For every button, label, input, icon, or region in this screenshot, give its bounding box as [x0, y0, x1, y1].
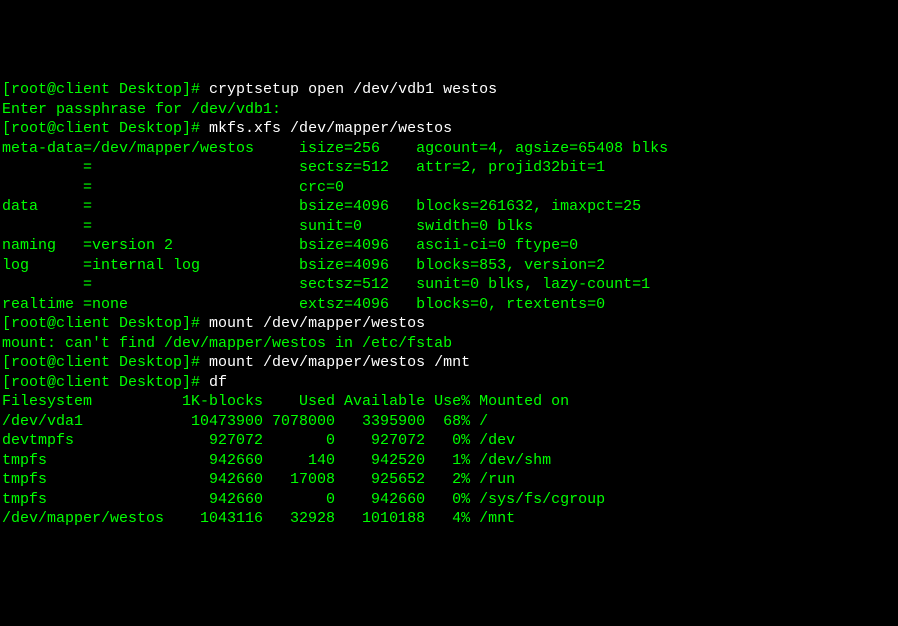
shell-prompt: [root@client Desktop]#: [2, 374, 209, 391]
terminal-line: [root@client Desktop]# cryptsetup open /…: [2, 80, 896, 100]
terminal-line: [root@client Desktop]# mount /dev/mapper…: [2, 353, 896, 373]
terminal-line: mount: can't find /dev/mapper/westos in …: [2, 334, 896, 354]
terminal-line: data = bsize=4096 blocks=261632, imaxpct…: [2, 197, 896, 217]
terminal-line: = sectsz=512 sunit=0 blks, lazy-count=1: [2, 275, 896, 295]
shell-command: cryptsetup open /dev/vdb1 westos: [209, 81, 497, 98]
terminal-line: = crc=0: [2, 178, 896, 198]
shell-command: df: [209, 374, 227, 391]
terminal-line: tmpfs 942660 0 942660 0% /sys/fs/cgroup: [2, 490, 896, 510]
terminal-line: meta-data=/dev/mapper/westos isize=256 a…: [2, 139, 896, 159]
terminal-line: Filesystem 1K-blocks Used Available Use%…: [2, 392, 896, 412]
terminal-line: log =internal log bsize=4096 blocks=853,…: [2, 256, 896, 276]
terminal-line: [root@client Desktop]# df: [2, 373, 896, 393]
terminal-line: realtime =none extsz=4096 blocks=0, rtex…: [2, 295, 896, 315]
terminal-line: Enter passphrase for /dev/vdb1:: [2, 100, 896, 120]
terminal-line: [root@client Desktop]# mkfs.xfs /dev/map…: [2, 119, 896, 139]
terminal-line: devtmpfs 927072 0 927072 0% /dev: [2, 431, 896, 451]
shell-prompt: [root@client Desktop]#: [2, 354, 209, 371]
terminal-line: [root@client Desktop]# mount /dev/mapper…: [2, 314, 896, 334]
terminal-line: tmpfs 942660 140 942520 1% /dev/shm: [2, 451, 896, 471]
terminal-line: /dev/mapper/westos 1043116 32928 1010188…: [2, 509, 896, 529]
terminal-line: = sunit=0 swidth=0 blks: [2, 217, 896, 237]
shell-prompt: [root@client Desktop]#: [2, 81, 209, 98]
shell-command: mount /dev/mapper/westos: [209, 315, 425, 332]
shell-command: mkfs.xfs /dev/mapper/westos: [209, 120, 452, 137]
shell-prompt: [root@client Desktop]#: [2, 315, 209, 332]
terminal-line: tmpfs 942660 17008 925652 2% /run: [2, 470, 896, 490]
shell-command: mount /dev/mapper/westos /mnt: [209, 354, 470, 371]
terminal-line: = sectsz=512 attr=2, projid32bit=1: [2, 158, 896, 178]
terminal-line: /dev/vda1 10473900 7078000 3395900 68% /: [2, 412, 896, 432]
terminal-output: [root@client Desktop]# cryptsetup open /…: [2, 80, 896, 529]
terminal-line: naming =version 2 bsize=4096 ascii-ci=0 …: [2, 236, 896, 256]
shell-prompt: [root@client Desktop]#: [2, 120, 209, 137]
